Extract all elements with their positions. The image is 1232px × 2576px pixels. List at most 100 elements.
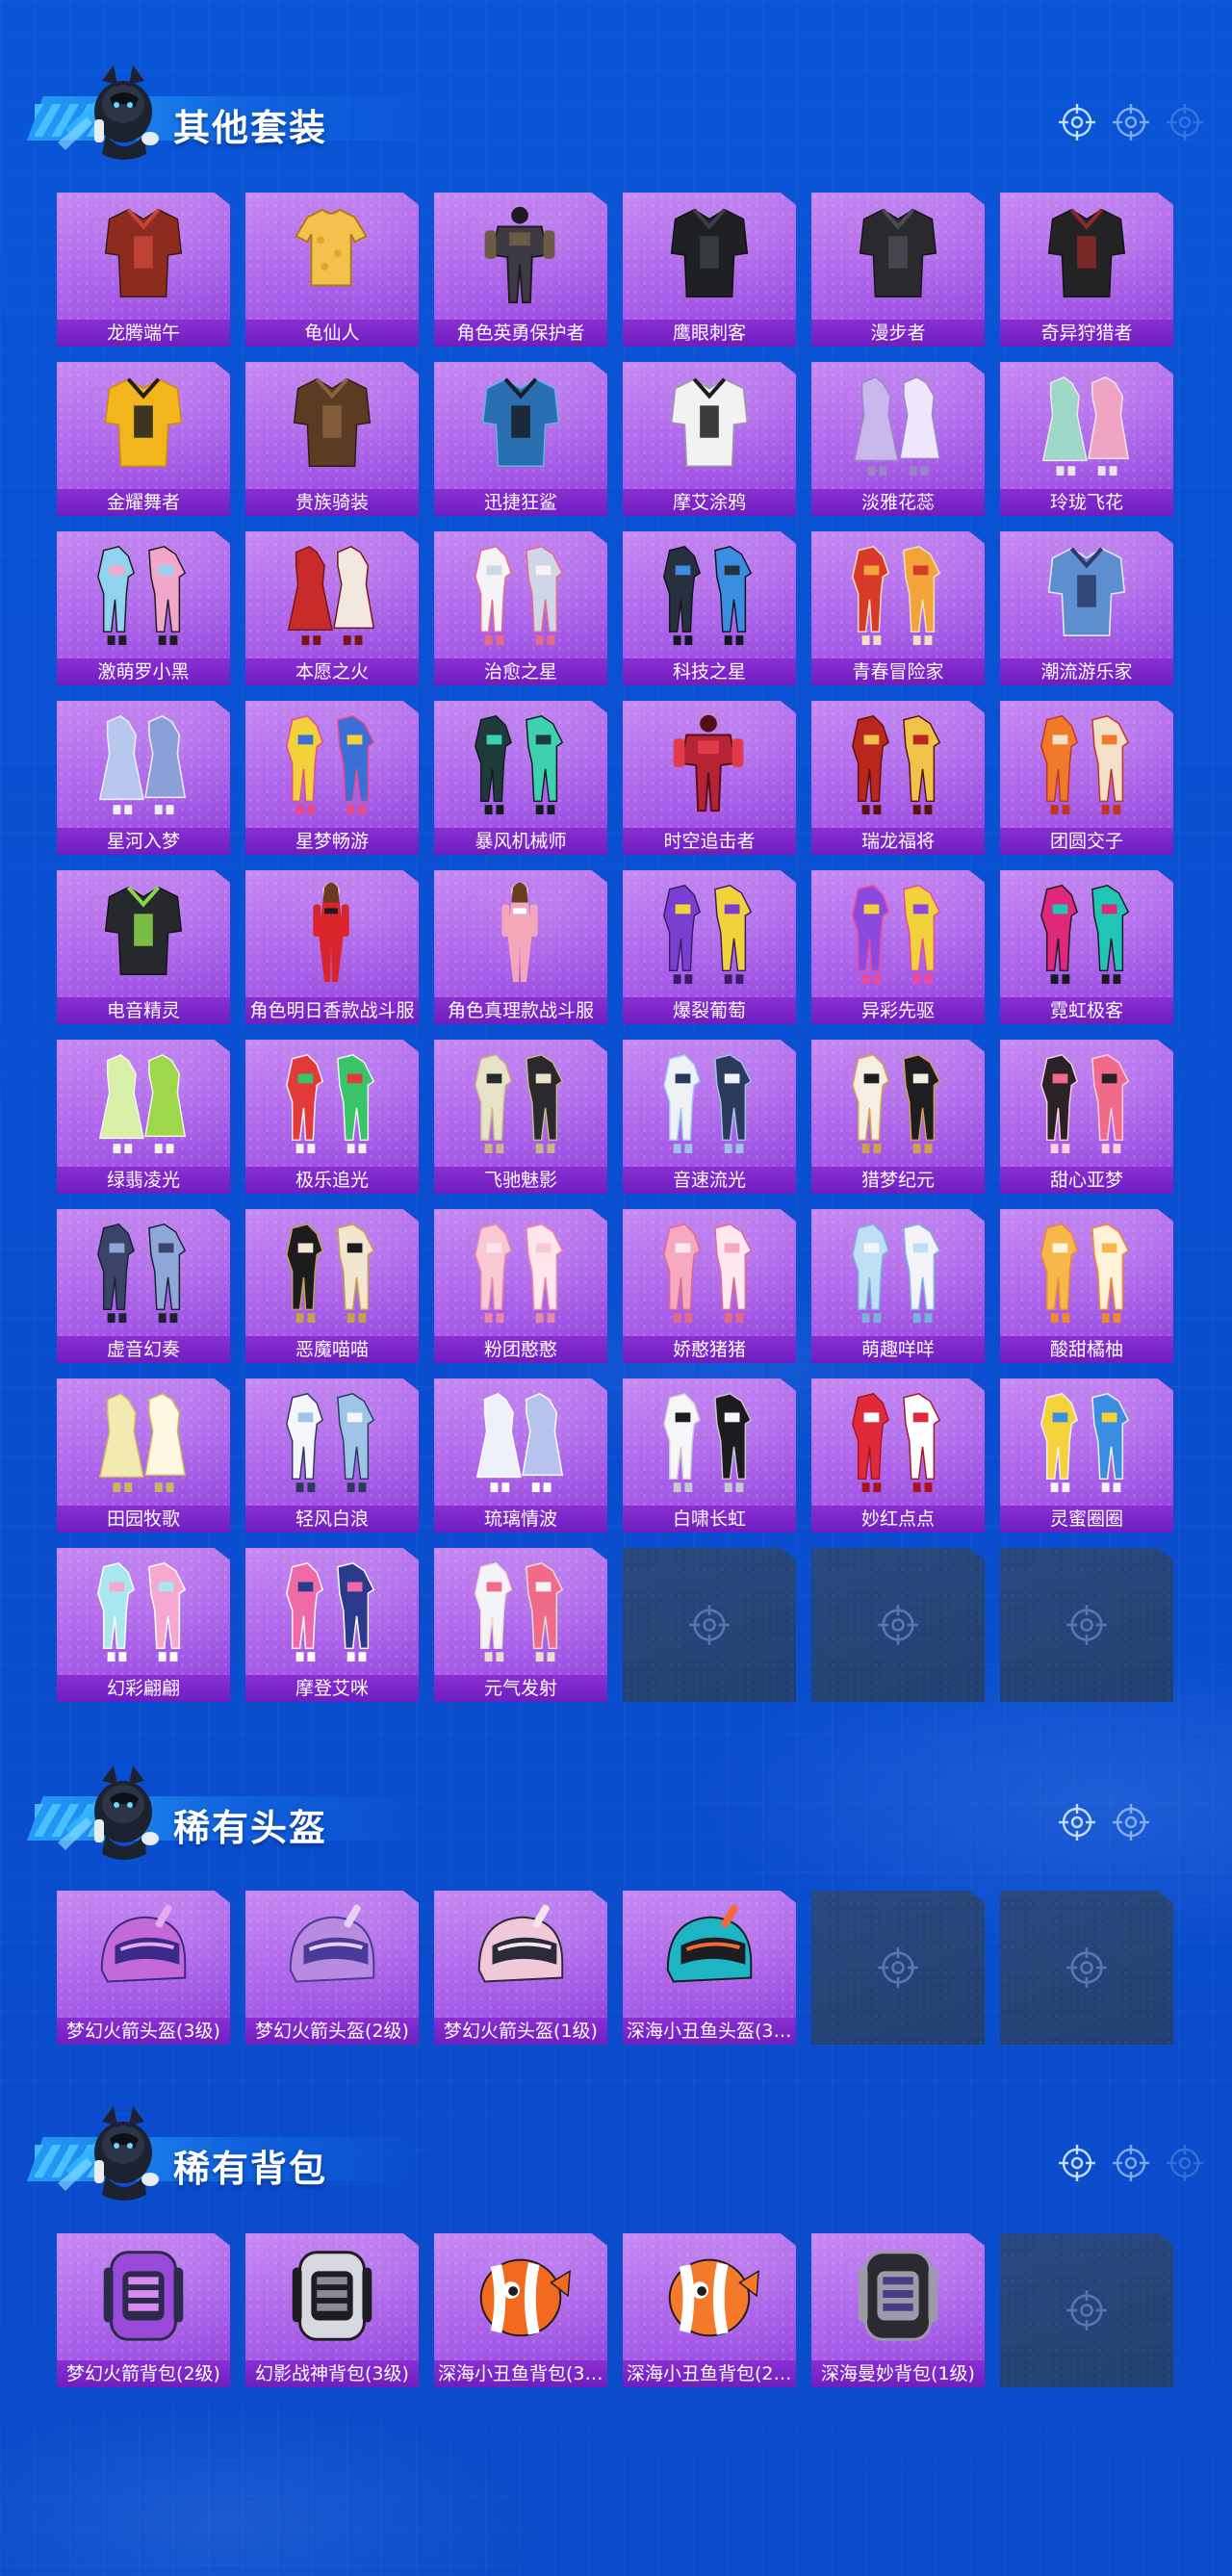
dress-image <box>98 714 187 815</box>
item-card[interactable]: 激萌罗小黑 <box>57 531 230 685</box>
item-card[interactable]: 爆裂葡萄 <box>623 870 796 1024</box>
item-name: 奇异狩猎者 <box>1000 320 1173 347</box>
item-card[interactable]: 酸甜橘柚 <box>1000 1209 1173 1363</box>
item-card[interactable]: 星梦畅游 <box>245 701 419 855</box>
item-card[interactable]: 梦幻火箭头盔(2级) <box>245 1891 419 2045</box>
item-card[interactable]: 科技之星 <box>623 531 796 685</box>
item-card[interactable]: 摩艾涂鸦 <box>623 362 796 516</box>
section-header-outfits: 其他套装 <box>27 62 1205 167</box>
outfit-image <box>1047 547 1126 636</box>
pair-image <box>286 1224 375 1324</box>
pair-image <box>475 1054 564 1154</box>
item-name: 摩登艾咪 <box>245 1675 419 1702</box>
item-card[interactable]: 霓虹极客 <box>1000 870 1173 1024</box>
item-card[interactable]: 极乐追光 <box>245 1040 419 1194</box>
item-name: 异彩先驱 <box>811 997 985 1024</box>
dress-image <box>98 1392 187 1493</box>
item-card[interactable]: 漫步者 <box>811 193 985 347</box>
item-name: 暴风机械师 <box>434 828 607 855</box>
pair-image <box>286 1393 375 1493</box>
item-card[interactable]: 角色真理款战斗服 <box>434 870 607 1024</box>
item-name: 漫步者 <box>811 320 985 347</box>
item-card[interactable]: 电音精灵 <box>57 870 230 1024</box>
item-name: 深海小丑鱼背包(3级) <box>434 2360 607 2387</box>
item-card[interactable]: 梦幻火箭头盔(3级) <box>57 1891 230 2045</box>
dress-image <box>475 1392 564 1493</box>
pair-image <box>97 1562 187 1662</box>
target-icon <box>1111 1802 1151 1842</box>
item-card[interactable]: 幻彩翩翩 <box>57 1548 230 1702</box>
item-card[interactable]: 梦幻火箭头盔(1级) <box>434 1891 607 2045</box>
helmet-image <box>289 1904 375 1983</box>
item-name: 灵蜜圈圈 <box>1000 1506 1173 1533</box>
fish-image <box>479 2258 571 2337</box>
item-name: 梦幻火箭背包(2级) <box>57 2360 230 2387</box>
item-card[interactable]: 甜心亚梦 <box>1000 1040 1173 1194</box>
item-card[interactable]: 深海曼妙背包(1级) <box>811 2233 985 2387</box>
item-card[interactable]: 龟仙人 <box>245 193 419 347</box>
item-card[interactable]: 迅捷狂鲨 <box>434 362 607 516</box>
item-card[interactable]: 琉璃情波 <box>434 1378 607 1533</box>
mascot-icon <box>58 2106 159 2201</box>
pair-image <box>852 1393 941 1493</box>
empty-slot <box>811 1891 985 2045</box>
item-card[interactable]: 角色英勇保护者 <box>434 193 607 347</box>
item-card[interactable]: 潮流游乐家 <box>1000 531 1173 685</box>
pair-image <box>475 1562 564 1662</box>
item-name: 恶魔喵喵 <box>245 1336 419 1363</box>
item-card[interactable]: 摩登艾咪 <box>245 1548 419 1702</box>
item-card[interactable]: 龙腾端午 <box>57 193 230 347</box>
item-name: 角色真理款战斗服 <box>434 997 607 1024</box>
helmet-grid: 梦幻火箭头盔(3级) 梦幻火箭头盔(2级) 梦幻火箭头盔(1级) 深海小丑鱼头盔(3级… <box>57 1891 1173 2045</box>
item-card[interactable]: 深海小丑鱼背包(3级) <box>434 2233 607 2387</box>
outfit-image <box>104 208 183 297</box>
item-card[interactable]: 青春冒险家 <box>811 531 985 685</box>
item-name: 星河入梦 <box>57 828 230 855</box>
item-card[interactable]: 暴风机械师 <box>434 701 607 855</box>
item-card[interactable]: 奇异狩猎者 <box>1000 193 1173 347</box>
item-card[interactable]: 萌趣咩咩 <box>811 1209 985 1363</box>
item-card[interactable]: 恶魔喵喵 <box>245 1209 419 1363</box>
section-title: 其他套装 <box>173 107 328 149</box>
dress-image <box>287 545 375 646</box>
item-name: 爆裂葡萄 <box>623 997 796 1024</box>
item-card[interactable]: 深海小丑鱼背包(2级) <box>623 2233 796 2387</box>
item-card[interactable]: 元气发射 <box>434 1548 607 1702</box>
item-card[interactable]: 金耀舞者 <box>57 362 230 516</box>
item-card[interactable]: 深海小丑鱼头盔(3级) <box>623 1891 796 2045</box>
item-name: 角色英勇保护者 <box>434 320 607 347</box>
fish-image <box>668 2258 759 2337</box>
item-card[interactable]: 田园牧歌 <box>57 1378 230 1533</box>
item-card[interactable]: 贵族骑装 <box>245 362 419 516</box>
target-icon <box>1165 1802 1205 1842</box>
item-name: 科技之星 <box>623 658 796 685</box>
item-card[interactable]: 玲珑飞花 <box>1000 362 1173 516</box>
item-card[interactable]: 时空追击者 <box>623 701 796 855</box>
item-card[interactable]: 鹰眼刺客 <box>623 193 796 347</box>
item-name: 深海小丑鱼头盔(3级) <box>623 2018 796 2045</box>
item-card[interactable]: 绿翡凌光 <box>57 1040 230 1194</box>
item-card[interactable]: 瑞龙福将 <box>811 701 985 855</box>
item-card[interactable]: 轻风白浪 <box>245 1378 419 1533</box>
item-card[interactable]: 粉团憨憨 <box>434 1209 607 1363</box>
item-card[interactable]: 音速流光 <box>623 1040 796 1194</box>
backpack-image <box>103 2251 184 2341</box>
item-card[interactable]: 淡雅花蕊 <box>811 362 985 516</box>
item-card[interactable]: 飞驰魅影 <box>434 1040 607 1194</box>
backpack-image <box>292 2251 372 2341</box>
item-card[interactable]: 梦幻火箭背包(2级) <box>57 2233 230 2387</box>
item-card[interactable]: 娇憨猪猪 <box>623 1209 796 1363</box>
item-card[interactable]: 本愿之火 <box>245 531 419 685</box>
item-card[interactable]: 妙红点点 <box>811 1378 985 1533</box>
item-card[interactable]: 猎梦纪元 <box>811 1040 985 1194</box>
item-card[interactable]: 星河入梦 <box>57 701 230 855</box>
item-card[interactable]: 异彩先驱 <box>811 870 985 1024</box>
target-icon <box>687 1603 732 1647</box>
item-card[interactable]: 团圆交子 <box>1000 701 1173 855</box>
item-card[interactable]: 幻影战神背包(3级) <box>245 2233 419 2387</box>
item-card[interactable]: 虚音幻奏 <box>57 1209 230 1363</box>
item-card[interactable]: 角色明日香款战斗服 <box>245 870 419 1024</box>
item-card[interactable]: 治愈之星 <box>434 531 607 685</box>
item-card[interactable]: 灵蜜圈圈 <box>1000 1378 1173 1533</box>
item-card[interactable]: 白啸长虹 <box>623 1378 796 1533</box>
